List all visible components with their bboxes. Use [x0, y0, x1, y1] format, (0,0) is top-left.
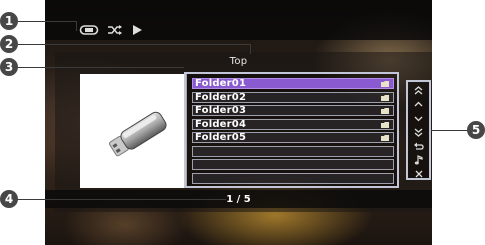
- music-icon: [414, 155, 423, 165]
- list-item-label: Folder03: [195, 105, 247, 116]
- page-down-button[interactable]: [408, 126, 429, 138]
- return-icon: [414, 142, 424, 150]
- callout-line-1: [18, 21, 76, 22]
- page-up-button[interactable]: [408, 84, 429, 96]
- folder-icon: [381, 94, 389, 101]
- usb-device-artwork: [80, 74, 187, 188]
- shuffle-icon: [108, 25, 122, 35]
- list-item-empty[interactable]: [192, 159, 394, 170]
- list-item-label: Folder05: [195, 132, 247, 143]
- tv-screen: Top Folder01 Folder02 Folder03 Folder04 Fold…: [45, 0, 432, 245]
- up-icon: [414, 101, 423, 106]
- close-button[interactable]: [408, 168, 429, 180]
- up-button[interactable]: [408, 98, 429, 110]
- usb-stick-icon: [108, 111, 167, 157]
- callout-badge-5: 5: [467, 121, 485, 139]
- list-item-folder03[interactable]: Folder03: [192, 105, 394, 116]
- callout-badge-4: 4: [0, 190, 18, 208]
- list-item-label: Folder02: [195, 91, 247, 103]
- page-down-icon: [414, 128, 423, 137]
- repeat-icon: [79, 25, 99, 35]
- status-bar: [45, 0, 432, 40]
- callout-line-3: [18, 67, 184, 68]
- folder-list: Folder01 Folder02 Folder03 Folder04 Folder05: [184, 72, 399, 188]
- callout-badge-3: 3: [0, 58, 18, 76]
- folder-icon: [381, 121, 389, 128]
- return-button[interactable]: [408, 140, 429, 152]
- status-icons: [79, 22, 143, 38]
- list-item-folder05[interactable]: Folder05: [192, 132, 394, 143]
- list-item-folder04[interactable]: Folder04: [192, 118, 394, 130]
- list-item-label: Folder04: [195, 118, 247, 130]
- callout-line-2: [18, 44, 250, 45]
- folder-icon: [381, 81, 389, 87]
- folder-icon: [381, 108, 389, 114]
- callout-line-4: [18, 199, 226, 200]
- folder-icon: [381, 135, 389, 141]
- list-item-folder02[interactable]: Folder02: [192, 91, 394, 103]
- list-item-folder01[interactable]: Folder01: [192, 78, 394, 89]
- callout-line-2-drop: [250, 44, 251, 54]
- list-item-empty[interactable]: [192, 145, 394, 157]
- page-title: Top: [229, 56, 248, 67]
- callout-line-1-drop: [76, 21, 77, 31]
- list-control-bar: [406, 80, 431, 180]
- down-button[interactable]: [408, 112, 429, 124]
- list-item-empty[interactable]: [192, 172, 394, 184]
- callout-line-5: [431, 130, 467, 131]
- callout-badge-1: 1: [0, 12, 18, 30]
- down-icon: [414, 116, 423, 121]
- close-icon: [415, 170, 422, 178]
- callout-badge-2: 2: [0, 35, 18, 53]
- music-button[interactable]: [408, 154, 429, 166]
- play-icon: [133, 25, 142, 35]
- page-up-icon: [414, 85, 423, 94]
- list-item-label: Folder01: [195, 78, 247, 89]
